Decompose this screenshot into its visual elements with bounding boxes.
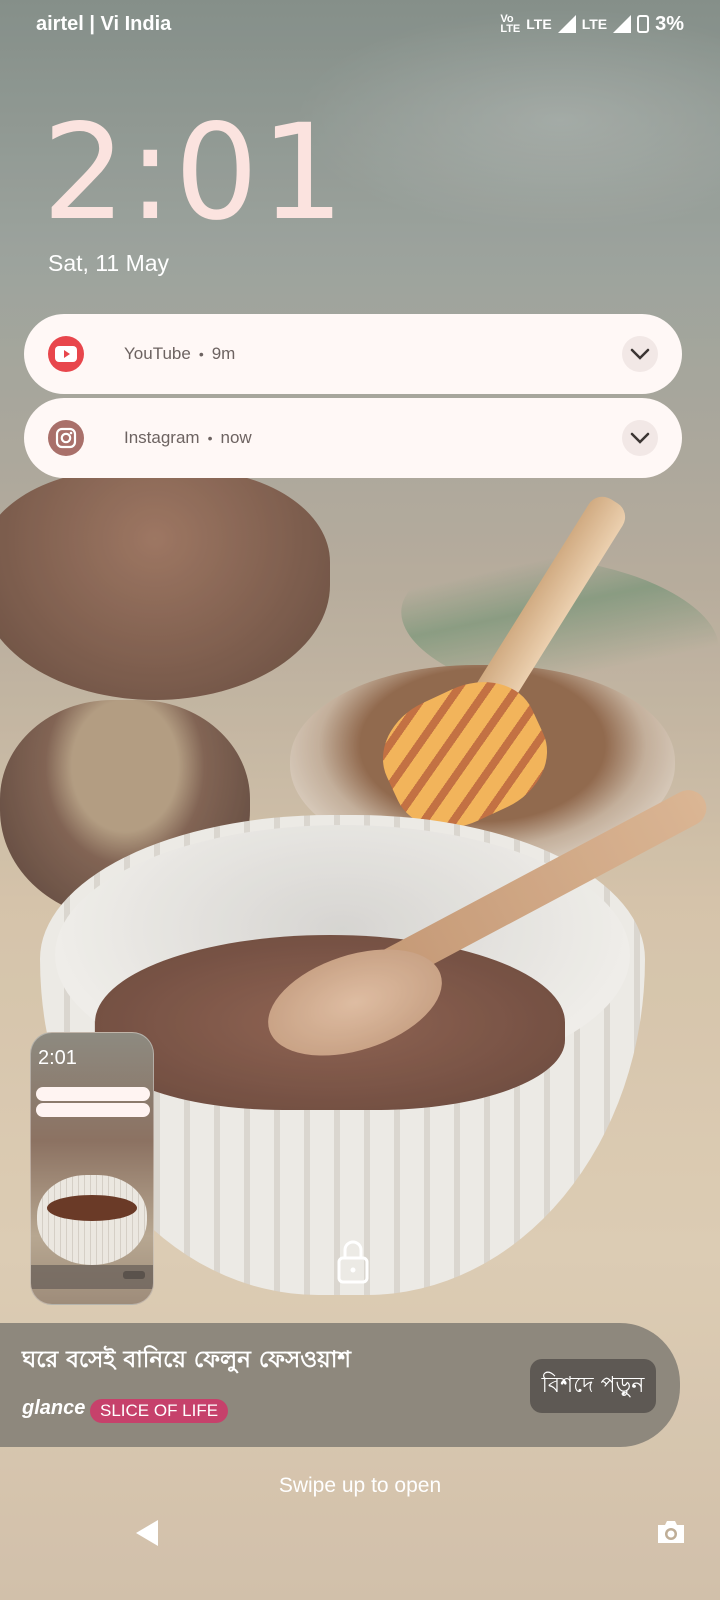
volte-indicator: Vo LTE <box>500 13 521 35</box>
battery-icon <box>637 15 650 33</box>
screenshot-preview[interactable]: 2:01 <box>30 1032 154 1305</box>
preview-notification <box>36 1087 150 1101</box>
notification-time: 9m <box>211 344 236 363</box>
instagram-icon <box>48 420 84 456</box>
swipe-up-hint: Swipe up to open <box>278 1474 442 1497</box>
notification-instagram[interactable]: Instagram • now <box>24 398 682 478</box>
expand-chevron-instagram[interactable] <box>622 420 658 456</box>
battery-percent: 3% <box>655 12 684 35</box>
notification-app-name: Instagram <box>124 428 200 447</box>
notification-time: now <box>220 428 252 447</box>
read-more-button[interactable]: বিশদে পড়ুন <box>530 1359 656 1413</box>
signal-icon <box>557 15 576 33</box>
preview-button <box>123 1271 145 1279</box>
carrier-name: airtel | Vi India <box>36 12 172 35</box>
glance-logo: glance <box>22 1397 86 1419</box>
chevron-down-icon <box>630 348 650 360</box>
notification-instagram-text: Instagram • now <box>124 428 252 448</box>
network-type-2: LTE <box>581 16 608 32</box>
chevron-down-icon <box>630 432 650 444</box>
notification-youtube[interactable]: YouTube • 9m <box>24 314 682 394</box>
separator-dot: • <box>207 430 213 446</box>
expand-chevron-youtube[interactable] <box>622 336 658 372</box>
back-icon[interactable] <box>136 1520 158 1546</box>
glance-category-tag: SLICE OF LIFE <box>90 1399 229 1423</box>
status-bar: airtel | Vi India Vo LTE LTE LTE 3% <box>0 0 720 48</box>
signal-icon-2 <box>613 15 632 33</box>
lock-icon <box>337 1240 369 1284</box>
notification-app-name: YouTube <box>124 344 191 363</box>
lockscreen-clock: 2:01 <box>42 96 347 250</box>
camera-icon[interactable] <box>655 1518 687 1546</box>
glance-headline: ঘরে বসেই বানিয়ে ফেলুন ফেসওয়াশ <box>22 1347 351 1373</box>
glance-banner[interactable]: ঘরে বসেই বানিয়ে ফেলুন ফেসওয়াশ glance S… <box>0 1323 680 1447</box>
preview-clock: 2:01 <box>38 1047 77 1069</box>
youtube-icon <box>48 336 84 372</box>
separator-dot: • <box>198 346 204 362</box>
preview-coffee <box>47 1195 137 1221</box>
lockscreen-date: Sat, 11 May <box>48 250 170 276</box>
network-type-1: LTE <box>526 16 552 32</box>
status-icons: Vo LTE LTE LTE 3% <box>500 13 684 36</box>
notification-youtube-text: YouTube • 9m <box>124 344 235 364</box>
preview-notification <box>36 1103 150 1117</box>
